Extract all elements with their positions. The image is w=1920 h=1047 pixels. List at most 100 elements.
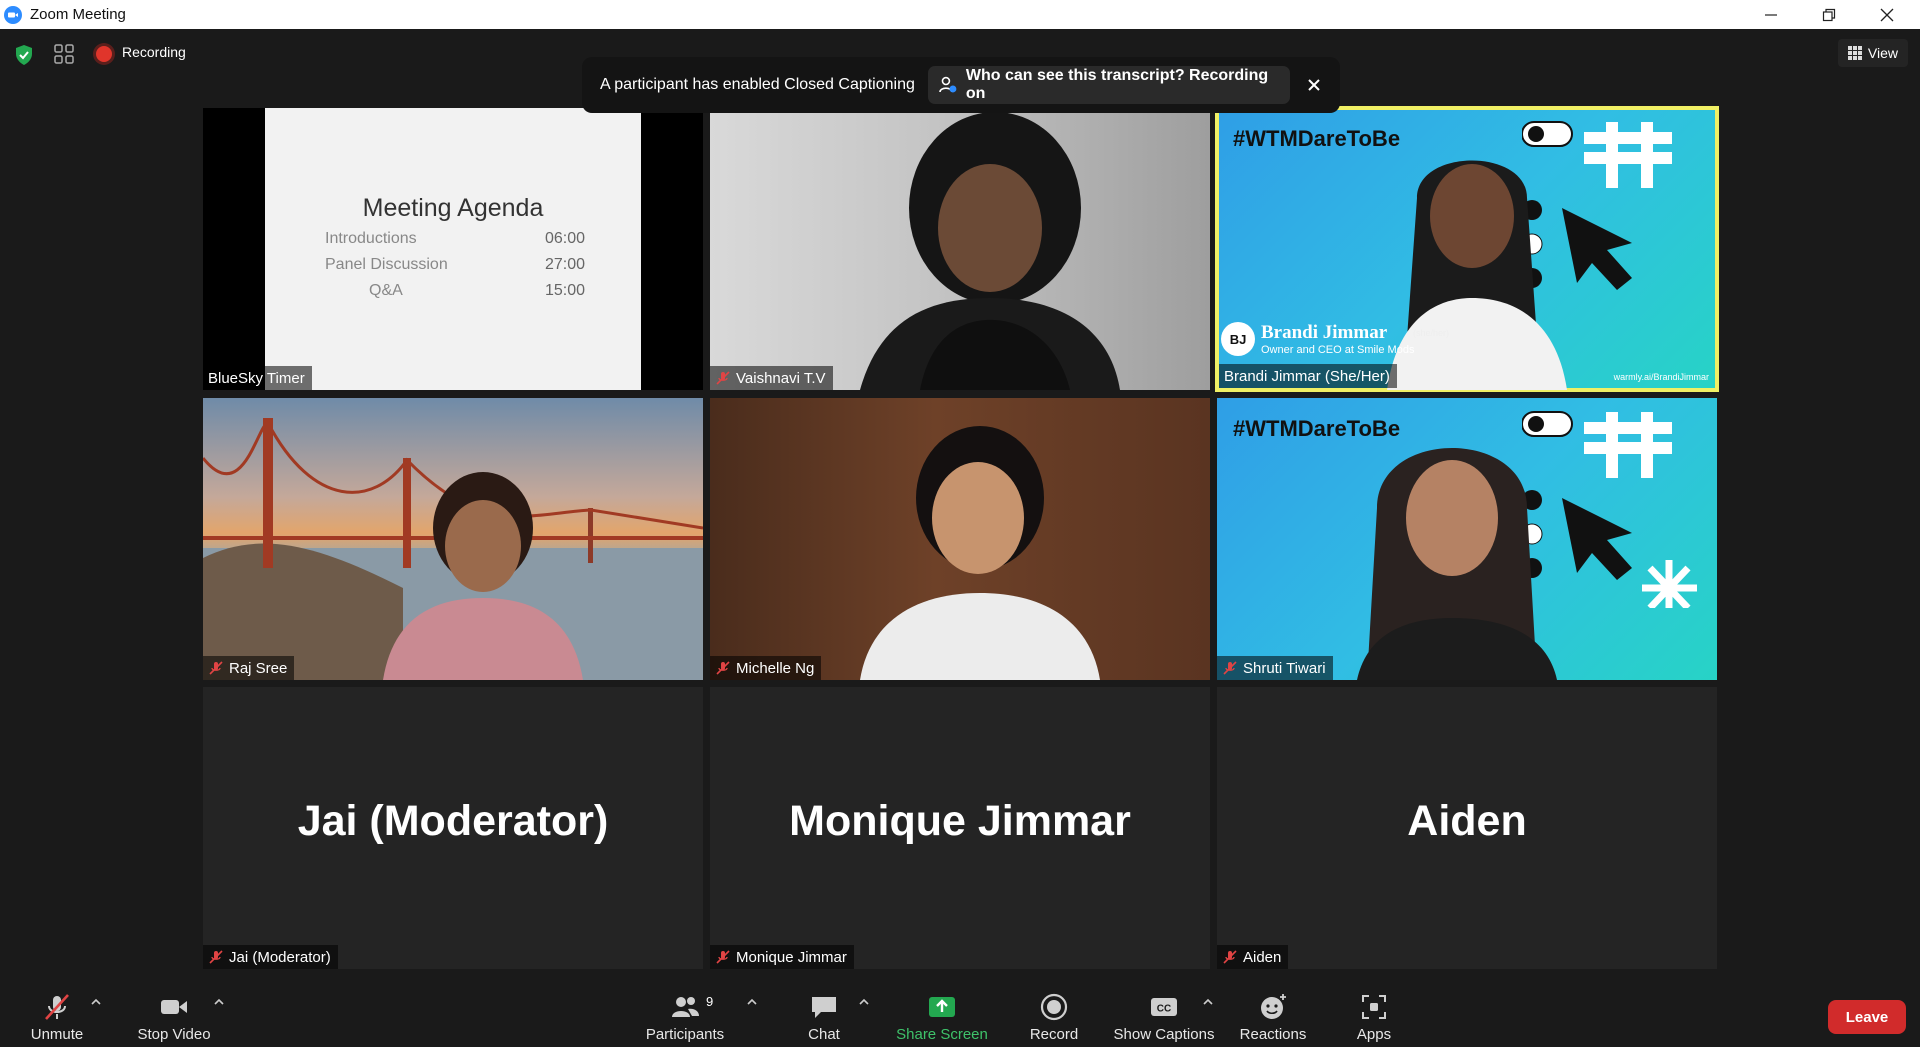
muted-mic-icon [1223,661,1237,675]
unmute-button[interactable]: Unmute [20,976,94,1047]
participants-label: Participants [645,1026,725,1043]
apps-icon [1362,995,1386,1019]
show-captions-button[interactable]: CC Show Captions [1108,976,1220,1047]
participant-name-label: Shruti Tiwari [1217,656,1333,680]
hashtag-overlay: #WTMDareToBe [1233,126,1401,151]
restore-icon [1822,8,1836,21]
participant-name-label: Vaishnavi T.V [710,366,833,390]
share-screen-button[interactable]: Share Screen [892,976,992,1047]
reactions-button[interactable]: Reactions [1230,976,1316,1047]
view-button[interactable]: View [1837,39,1908,67]
person-info-icon [939,76,957,93]
participant-big-name: Jai (Moderator) [297,797,609,845]
participant-name: Jai (Moderator) [229,948,331,966]
participant-name-label: Jai (Moderator) [203,945,338,969]
avatar: BJ [1221,322,1255,356]
zoom-app-icon [4,5,22,24]
transcript-info-button[interactable]: Who can see this transcript? Recording o… [928,66,1290,104]
participant-name: Vaishnavi T.V [736,369,826,387]
participant-tile-video[interactable]: Vaishnavi T.V [710,108,1210,390]
record-button[interactable]: Record [1020,976,1088,1047]
slide-row: Q&A 15:00 [325,282,585,300]
participant-name: Raj Sree [229,659,288,677]
leave-button[interactable]: Leave [1828,1000,1906,1034]
lower-third-overlay: BJ Brandi Jimmar (she/her) Owner and CEO… [1221,322,1707,362]
minimize-icon [1765,13,1777,16]
participant-name: Shruti Tiwari [1243,659,1326,677]
participant-name-label: Aiden [1217,945,1289,969]
close-window-button[interactable] [1858,0,1916,29]
recording-dot-icon [96,46,112,62]
participant-tile-video[interactable]: Raj Sree [203,398,703,680]
chevron-up-icon[interactable] [1202,996,1214,1008]
slide-row-item: Introductions [325,230,417,247]
participant-name-label: Raj Sree [203,656,295,680]
participant-name-label: BlueSky Timer [203,366,312,390]
closed-caption-notice: A participant has enabled Closed Caption… [582,57,1340,113]
muted-mic-icon [716,371,730,385]
participants-icon [672,997,699,1017]
participant-name: Aiden [1243,948,1282,966]
encryption-shield-icon[interactable] [14,44,34,66]
record-label: Record [1029,1026,1079,1043]
participant-name: BlueSky Timer [208,369,305,387]
participant-tile-screen[interactable]: Meeting Agenda Introductions 06:00 Panel… [203,108,703,390]
participant-big-name: Aiden [1407,797,1527,845]
participant-name-label: Michelle Ng [710,656,822,680]
recording-label[interactable]: Recording [122,44,186,60]
participant-name: Monique Jimmar [736,948,847,966]
chat-label: Chat [808,1026,840,1043]
notice-message: A participant has enabled Closed Caption… [600,76,915,93]
muted-mic-icon [716,950,730,964]
transcript-button-label: Who can see this transcript? Recording o… [965,67,1269,102]
show-captions-label: Show Captions [1113,1026,1215,1043]
participant-tile-video[interactable]: #WTMDareToBe Shruti Tiwari [1217,398,1717,680]
minimize-button[interactable] [1742,0,1800,29]
participant-name: Michelle Ng [736,659,815,677]
slide-row: Panel Discussion 27:00 [325,256,585,274]
participant-tile-video[interactable]: Michelle Ng [710,398,1210,680]
chevron-up-icon[interactable] [858,996,870,1008]
share-screen-icon [929,997,955,1017]
participant-tile-avatar[interactable]: Aiden Aiden [1217,687,1717,969]
chat-button[interactable]: Chat [794,976,854,1047]
chevron-up-icon[interactable] [90,996,102,1008]
participant-tile-avatar[interactable]: Monique Jimmar Monique Jimmar [710,687,1210,969]
stop-video-button[interactable]: Stop Video [132,976,216,1047]
participant-video-figure [860,426,1100,680]
slide-row-item: Panel Discussion [325,256,448,273]
slide-row-item: Q&A [369,282,403,299]
participant-video-figure [1357,448,1557,680]
apps-button[interactable]: Apps [1344,976,1404,1047]
window-title-bar: Zoom Meeting [0,0,1920,29]
reactions-label: Reactions [1239,1026,1307,1043]
muted-mic-icon [716,661,730,675]
participant-tile-avatar[interactable]: Jai (Moderator) Jai (Moderator) [203,687,703,969]
chevron-up-icon[interactable] [746,996,758,1008]
participant-tile-active-speaker[interactable]: #WTMDareToBe BJ Brandi Jimmar (she/her) … [1215,106,1719,392]
meeting-info-grid-icon[interactable] [54,44,74,64]
slide-row: Introductions 06:00 [325,230,585,248]
muted-mic-icon [45,994,69,1020]
svg-text:CC: CC [1157,1004,1171,1015]
close-notice-icon[interactable] [1304,75,1324,95]
overlay-pronouns: (she/her) [1413,328,1450,338]
overlay-name: Brandi Jimmar [1261,322,1388,343]
smiley-face-icon [1261,994,1286,1019]
muted-mic-icon [209,950,223,964]
slide-title: Meeting Agenda [362,194,544,222]
overlay-link: warmly.ai/BrandiJimmar [1613,372,1709,382]
chat-bubble-icon [812,997,836,1018]
share-screen-label: Share Screen [896,1026,988,1043]
participant-big-name: Monique Jimmar [789,797,1131,845]
participant-video-figure [860,112,1120,390]
participants-button[interactable]: Participants [642,976,728,1047]
slide-row-time: 06:00 [544,230,585,247]
restore-button[interactable] [1800,0,1858,29]
closed-captions-icon: CC [1151,998,1177,1016]
chevron-up-icon[interactable] [213,996,225,1008]
participant-name-label: Monique Jimmar [710,945,854,969]
participants-count-badge: 9 [706,994,714,1009]
slide-row-time: 15:00 [544,282,585,299]
view-label: View [1867,45,1898,61]
